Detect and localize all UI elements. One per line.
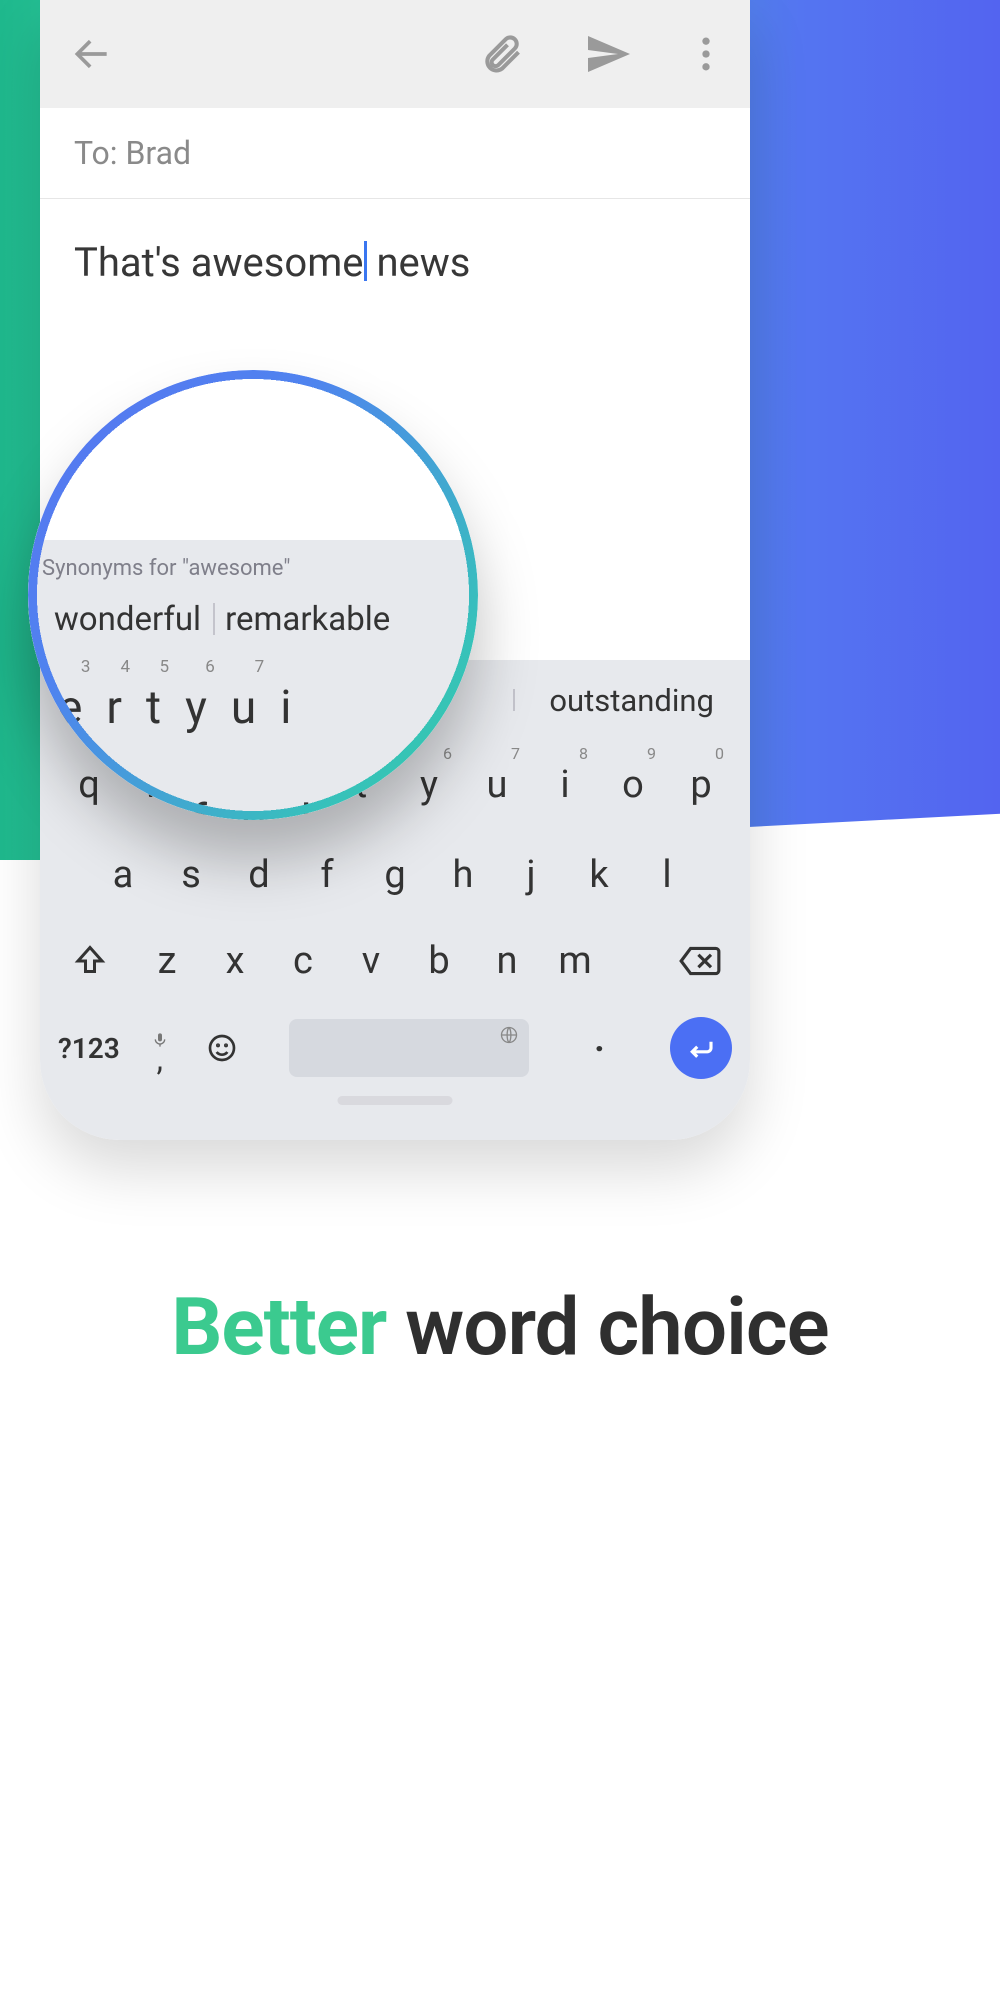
key-c[interactable]: c xyxy=(274,920,332,1002)
key-f[interactable]: f xyxy=(298,834,356,916)
compose-before-cursor: That's awesome xyxy=(74,239,364,286)
magnifier-ring xyxy=(28,370,478,820)
key-x[interactable]: x xyxy=(206,920,264,1002)
key-i[interactable]: i8 xyxy=(536,744,594,826)
headline-rest: word choice xyxy=(386,1280,828,1374)
key-o[interactable]: o9 xyxy=(604,744,662,826)
attachment-icon[interactable] xyxy=(480,32,524,76)
suggestion-3[interactable]: outstanding xyxy=(513,682,750,719)
space-key[interactable] xyxy=(289,1019,529,1077)
key-h[interactable]: h xyxy=(434,834,492,916)
key-g[interactable]: g xyxy=(366,834,424,916)
compose-after-cursor: news xyxy=(367,239,471,286)
send-icon[interactable] xyxy=(584,30,632,78)
key-n[interactable]: n xyxy=(478,920,536,1002)
marketing-headline: Better word choice xyxy=(0,1280,1000,1374)
key-a[interactable]: a xyxy=(94,834,152,916)
headline-accent: Better xyxy=(171,1280,386,1374)
comma-mic-key[interactable]: , xyxy=(138,1016,182,1080)
symbols-key[interactable]: ?123 xyxy=(58,1016,120,1080)
period-key[interactable]: . xyxy=(574,1018,624,1078)
key-p[interactable]: p0 xyxy=(672,744,730,826)
backspace-key[interactable] xyxy=(662,920,738,1002)
emoji-key[interactable] xyxy=(200,1016,244,1080)
key-m[interactable]: m xyxy=(546,920,604,1002)
more-icon[interactable] xyxy=(692,32,720,76)
to-label: To: xyxy=(74,134,118,172)
to-value: Brad xyxy=(125,134,191,172)
key-j[interactable]: j xyxy=(502,834,560,916)
key-row-3: zxcvbnm xyxy=(40,920,750,1002)
key-l[interactable]: l xyxy=(638,834,696,916)
key-z[interactable]: z xyxy=(138,920,196,1002)
key-u[interactable]: u7 xyxy=(468,744,526,826)
key-row-fn: ?123 , . xyxy=(40,1002,750,1094)
key-row-2: asdfghjkl xyxy=(40,830,750,920)
key-s[interactable]: s xyxy=(162,834,220,916)
key-k[interactable]: k xyxy=(570,834,628,916)
shift-key[interactable] xyxy=(52,920,128,1002)
key-b[interactable]: b xyxy=(410,920,468,1002)
compose-header xyxy=(40,0,750,108)
to-field[interactable]: To: Brad xyxy=(40,108,750,199)
key-d[interactable]: d xyxy=(230,834,288,916)
key-v[interactable]: v xyxy=(342,920,400,1002)
back-icon[interactable] xyxy=(70,32,114,76)
globe-icon xyxy=(499,1025,519,1049)
home-indicator xyxy=(338,1096,453,1105)
enter-key[interactable] xyxy=(670,1017,732,1079)
